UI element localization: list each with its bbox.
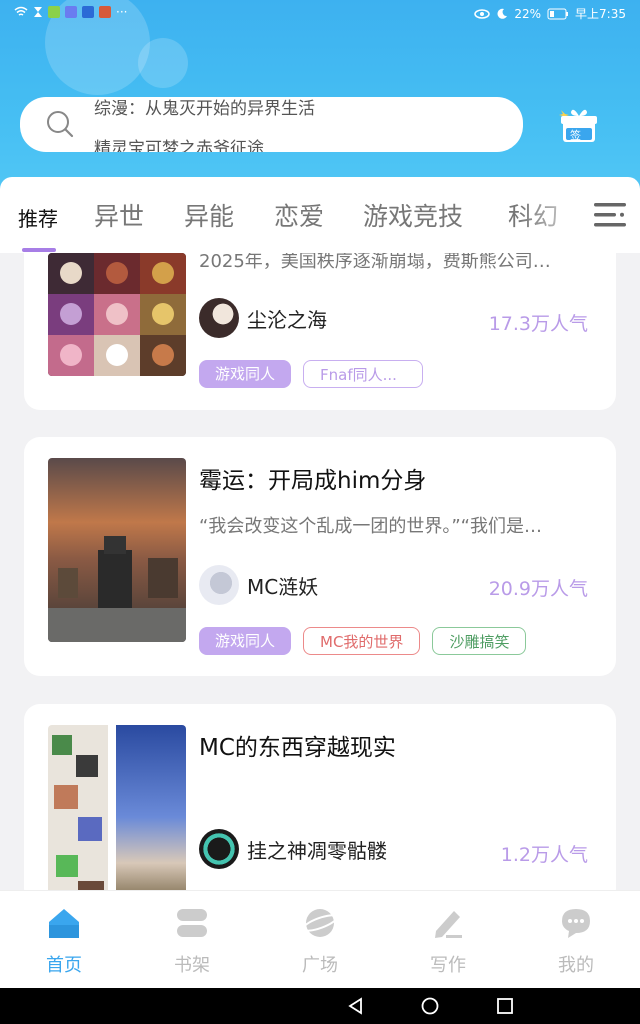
nav-label: 广场 xyxy=(302,955,338,976)
home-icon xyxy=(49,909,79,938)
moon-icon xyxy=(497,8,508,19)
popularity: 1.2万人气 xyxy=(500,844,588,866)
nav-plaza[interactable]: 广场 xyxy=(280,905,360,977)
book-cover xyxy=(48,458,186,642)
tag[interactable]: 沙雕搞笑 xyxy=(432,627,527,655)
tab-gaming[interactable]: 游戏竞技 xyxy=(363,197,463,233)
checkin-label: 签 xyxy=(570,129,581,142)
nav-label: 书架 xyxy=(174,955,210,976)
tag[interactable]: 游戏同人 xyxy=(199,627,292,655)
clock: 早上7:35 xyxy=(575,7,626,21)
novel-card[interactable]: MC的东西穿越现实 挂之神凋零骷髅 1.2万人气 xyxy=(24,704,616,904)
profile-icon xyxy=(562,909,590,938)
checkin-button[interactable]: 签 xyxy=(553,106,597,146)
author-name: 尘沦之海 xyxy=(247,307,327,332)
tab-recommend[interactable]: 推荐 xyxy=(18,203,58,232)
tab-superpower[interactable]: 异能 xyxy=(184,197,234,233)
home-circle-icon[interactable] xyxy=(420,996,440,1016)
more-notifications-icon: ··· xyxy=(116,5,128,19)
book-description: 2025年，美国秩序逐渐崩塌，费斯熊公司… xyxy=(199,253,551,272)
nav-label: 写作 xyxy=(430,955,466,976)
nav-label: 我的 xyxy=(558,955,594,976)
tab-fade xyxy=(520,177,600,253)
tag-list: 游戏同人 Fnaf同人... xyxy=(199,360,424,388)
eye-icon xyxy=(474,8,491,19)
nav-write[interactable]: 写作 xyxy=(408,905,488,977)
bookshelf-icon xyxy=(177,909,207,937)
tag[interactable]: 游戏同人 xyxy=(199,360,292,388)
header-banner: ··· 22% 早上7:35 综漫：从鬼灭开始的异界生活 精灵宝可梦之赤爷征途 … xyxy=(0,0,640,200)
author-row: MC涟妖 xyxy=(199,565,318,605)
tab-otherworld[interactable]: 异世 xyxy=(94,197,144,233)
book-description: “我会改变这个乱成一团的世界。”“我们是… xyxy=(199,516,542,537)
wifi-icon xyxy=(14,6,28,16)
search-bar[interactable]: 综漫：从鬼灭开始的异界生活 精灵宝可梦之赤爷征途 xyxy=(20,97,523,152)
status-bar: ··· 22% 早上7:35 xyxy=(0,0,640,28)
recents-icon[interactable] xyxy=(495,996,515,1016)
nav-bookshelf[interactable]: 书架 xyxy=(152,905,232,977)
plaza-icon xyxy=(301,909,339,937)
author-name: 挂之神凋零骷髅 xyxy=(247,838,387,863)
app-notification-icon xyxy=(99,6,111,18)
author-row: 挂之神凋零骷髅 xyxy=(199,829,387,869)
avatar xyxy=(199,829,239,869)
status-icons-right: 22% 早上7:35 xyxy=(474,5,626,22)
nav-profile[interactable]: 我的 xyxy=(536,905,616,977)
back-icon[interactable] xyxy=(346,996,366,1016)
battery-percent: 22% xyxy=(514,6,542,21)
hourglass-icon xyxy=(34,7,42,17)
bottom-navigation: 首页 书架 广场 写作 我的 xyxy=(0,890,640,989)
popularity: 20.9万人气 xyxy=(488,578,588,600)
book-title: 霉运：开局成him分身 xyxy=(199,468,427,494)
book-title: MC的东西穿越现实 xyxy=(199,735,396,761)
popularity: 17.3万人气 xyxy=(488,313,588,335)
battery-icon xyxy=(547,8,569,19)
search-hint-carousel: 综漫：从鬼灭开始的异界生活 精灵宝可梦之赤爷征途 xyxy=(94,97,514,152)
decor-bubble xyxy=(138,38,188,88)
author-name: MC涟妖 xyxy=(247,574,319,599)
active-tab-indicator xyxy=(22,248,56,252)
status-icons-left: ··· xyxy=(14,5,127,19)
book-cover xyxy=(48,253,186,376)
system-navigation-bar xyxy=(0,988,640,1024)
search-hint: 精灵宝可梦之赤爷征途 xyxy=(94,139,264,152)
avatar xyxy=(199,565,239,605)
app-notification-icon xyxy=(82,6,94,18)
category-tabs: 推荐 异世 异能 恋爱 游戏竞技 科幻 xyxy=(0,177,640,253)
cover-art xyxy=(48,458,186,642)
tag[interactable]: MC我的世界 xyxy=(303,627,421,655)
tag[interactable]: Fnaf同人... xyxy=(303,360,424,388)
book-cover xyxy=(48,725,186,904)
author-row: 尘沦之海 xyxy=(199,298,327,338)
avatar xyxy=(199,298,239,338)
cover-art xyxy=(48,725,186,904)
novel-card[interactable]: 霉运：开局成him分身 “我会改变这个乱成一团的世界。”“我们是… MC涟妖 2… xyxy=(24,437,616,676)
tag-list: 游戏同人 MC我的世界 沙雕搞笑 xyxy=(199,627,527,655)
nav-home[interactable]: 首页 xyxy=(24,905,104,977)
cover-art xyxy=(48,253,186,376)
search-hint: 综漫：从鬼灭开始的异界生活 xyxy=(94,99,315,119)
novel-card[interactable]: 2025年，美国秩序逐渐崩塌，费斯熊公司… 尘沦之海 17.3万人气 游戏同人 … xyxy=(24,253,616,410)
category-menu-icon[interactable] xyxy=(594,201,626,229)
nav-label: 首页 xyxy=(46,955,82,976)
tab-romance[interactable]: 恋爱 xyxy=(274,197,324,233)
search-icon xyxy=(47,111,74,138)
write-icon xyxy=(435,911,462,938)
app-notification-icon xyxy=(48,6,60,18)
app-notification-icon xyxy=(65,6,77,18)
